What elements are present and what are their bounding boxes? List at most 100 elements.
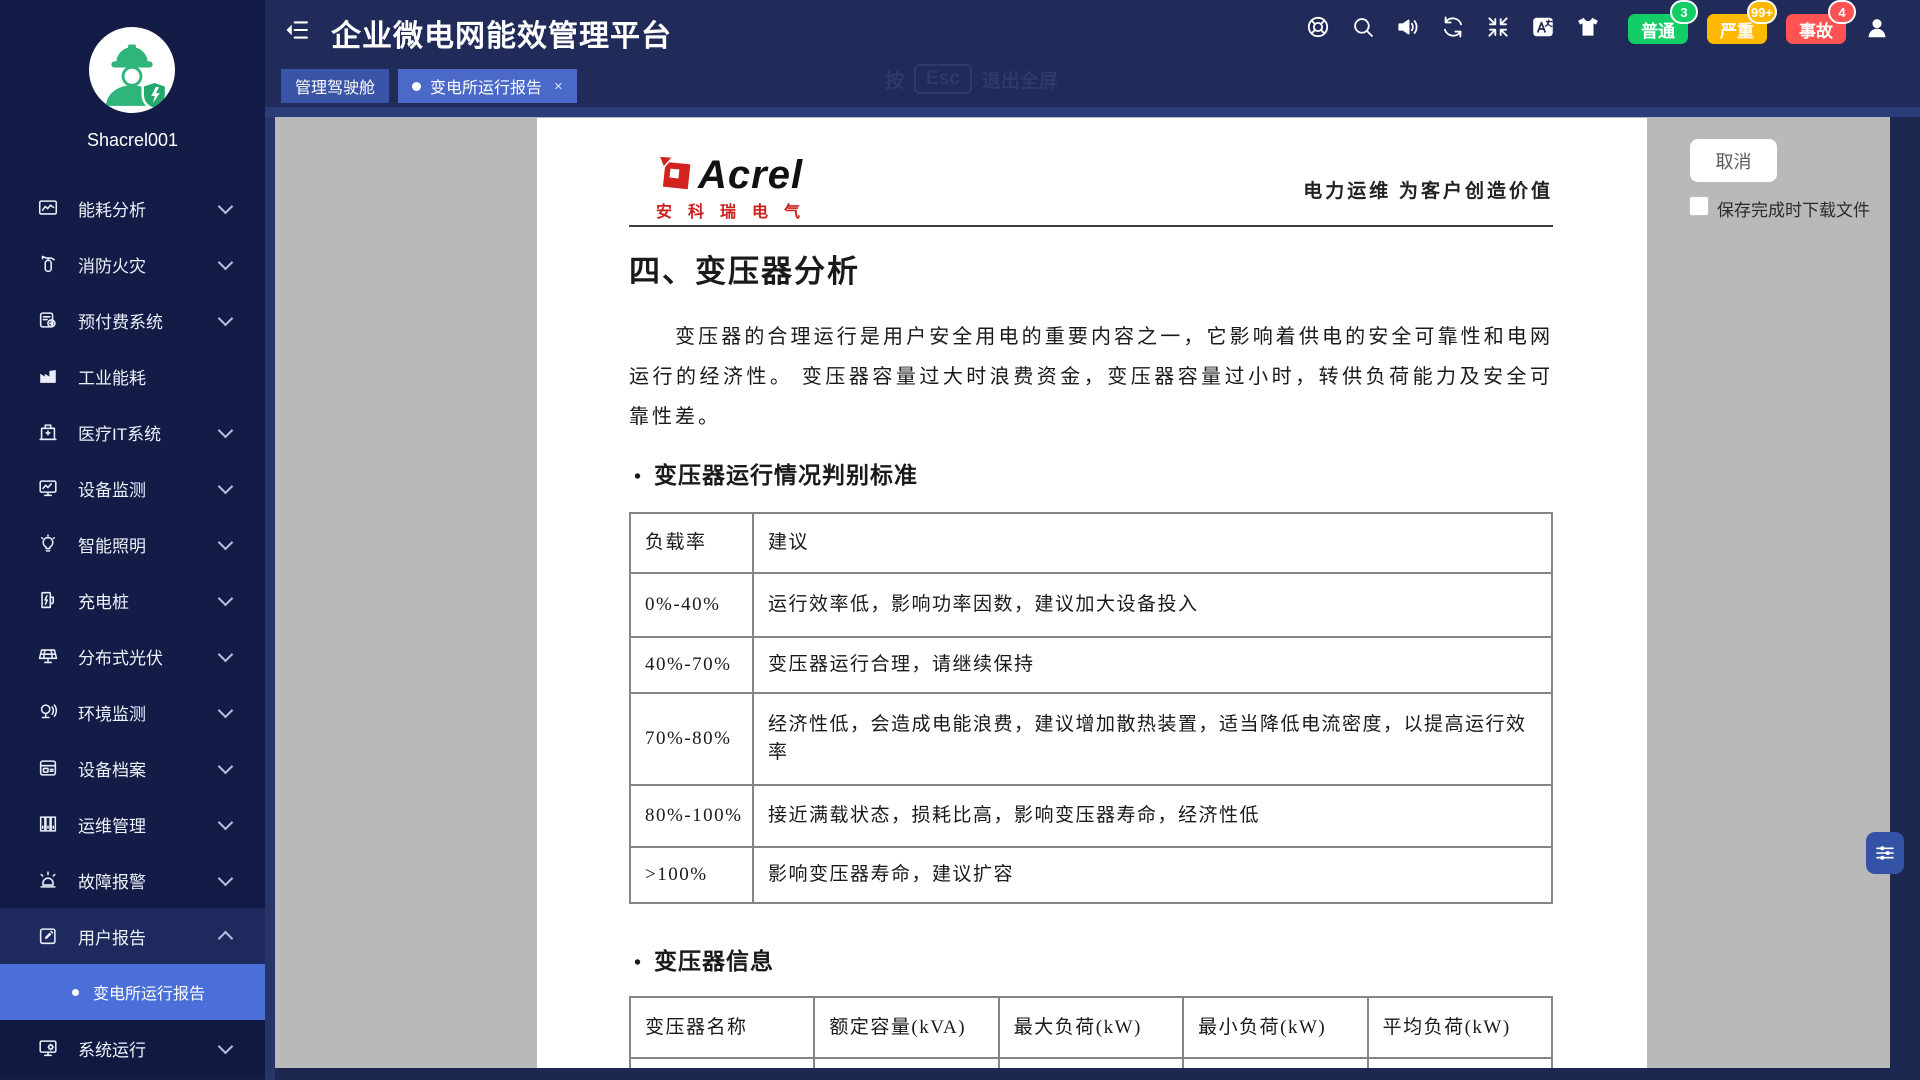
chevron-down-icon bbox=[218, 534, 234, 550]
chevron-down-icon bbox=[218, 198, 234, 214]
table-cell: 接近满载状态，损耗比高，影响变压器寿命，经济性低 bbox=[753, 785, 1552, 847]
sidebar: Shacrel001 能耗分析消防火灾预付费系统工业能耗医疗IT系统设备监测智能… bbox=[0, 0, 265, 1080]
table-header-cell: 平均负荷(kW) bbox=[1368, 997, 1552, 1058]
sidebar-item-系统运行[interactable]: 系统运行 bbox=[0, 1020, 265, 1076]
sidebar-item-label: 设备档案 bbox=[78, 756, 220, 781]
sidebar-item-设备监测[interactable]: 设备监测 bbox=[0, 460, 265, 516]
sidebar-item-label: 能耗分析 bbox=[78, 196, 220, 221]
chevron-up-icon bbox=[218, 930, 234, 946]
sidebar-item-环境监测[interactable]: 环境监测 bbox=[0, 684, 265, 740]
sidebar-item-用户报告[interactable]: 用户报告 bbox=[0, 908, 265, 964]
chevron-down-icon bbox=[218, 254, 234, 270]
esc-hint-suffix: 退出全屏 bbox=[982, 66, 1058, 93]
table-cell bbox=[630, 1058, 814, 1068]
sidebar-item-充电桩[interactable]: 充电桩 bbox=[0, 572, 265, 628]
sidebar-menu: 能耗分析消防火灾预付费系统工业能耗医疗IT系统设备监测智能照明充电桩分布式光伏环… bbox=[0, 180, 265, 1076]
energy-chart-icon bbox=[36, 196, 60, 220]
header: 企业微电网能效管理平台 按 Esc 退出全屏 普通3严重99+事故4 管理驾驶舱… bbox=[265, 0, 1920, 107]
sidebar-item-预付费系统[interactable]: 预付费系统 bbox=[0, 292, 265, 348]
close-tab-icon[interactable]: × bbox=[554, 78, 563, 95]
sidebar-item-智能照明[interactable]: 智能照明 bbox=[0, 516, 265, 572]
refresh-icon[interactable] bbox=[1440, 14, 1466, 40]
alarm-badge-accident[interactable]: 事故4 bbox=[1786, 0, 1846, 46]
collapse-menu-icon[interactable] bbox=[283, 16, 313, 46]
report-heading: 四、变压器分析 bbox=[629, 246, 860, 291]
alarm-badge-severe[interactable]: 严重99+ bbox=[1707, 0, 1767, 46]
user-icon[interactable] bbox=[1864, 15, 1890, 41]
load-rate-table: 负载率建议0%-40%运行效率低，影响功率因数，建议加大设备投入40%-70%变… bbox=[629, 512, 1553, 904]
section1-title: 变压器运行情况判别标准 bbox=[634, 456, 918, 490]
report-page: Acrel 安 科 瑞 电 气 电力运维 为客户创造价值 四、变压器分析 变压器… bbox=[537, 118, 1647, 1068]
sidebar-item-分布式光伏[interactable]: 分布式光伏 bbox=[0, 628, 265, 684]
sidebar-item-label: 预付费系统 bbox=[78, 308, 220, 333]
sidebar-item-工业能耗[interactable]: 工业能耗 bbox=[0, 348, 265, 404]
acrel-logo-mark bbox=[655, 154, 695, 194]
table-row bbox=[630, 1058, 1552, 1068]
sidebar-item-设备档案[interactable]: 设备档案 bbox=[0, 740, 265, 796]
lighting-icon bbox=[36, 532, 60, 556]
sidebar-item-label: 医疗IT系统 bbox=[78, 420, 220, 445]
horizontal-scroll-track[interactable] bbox=[275, 1068, 1920, 1080]
exit-fullscreen-icon[interactable] bbox=[1485, 14, 1511, 40]
table-cell bbox=[1368, 1058, 1552, 1068]
sidebar-item-label: 系统运行 bbox=[78, 1036, 220, 1061]
sidebar-item-label: 充电桩 bbox=[78, 588, 220, 613]
table-row: 0%-40%运行效率低，影响功率因数，建议加大设备投入 bbox=[630, 573, 1552, 637]
alarm-badge-normal[interactable]: 普通3 bbox=[1628, 0, 1688, 46]
cancel-button[interactable]: 取消 bbox=[1690, 139, 1777, 182]
table-cell: 80%-100% bbox=[630, 785, 753, 847]
table-cell bbox=[999, 1058, 1183, 1068]
chevron-down-icon bbox=[218, 310, 234, 326]
sidebar-item-label: 运维管理 bbox=[78, 812, 220, 837]
user-avatar[interactable] bbox=[89, 27, 175, 113]
search-icon[interactable] bbox=[1350, 14, 1376, 40]
chevron-down-icon bbox=[218, 758, 234, 774]
volume-icon[interactable] bbox=[1395, 14, 1421, 40]
table-row: 80%-100%接近满载状态，损耗比高，影响变压器寿命，经济性低 bbox=[630, 785, 1552, 847]
sidebar-item-运维管理[interactable]: 运维管理 bbox=[0, 796, 265, 852]
sidebar-scrollbar[interactable] bbox=[265, 0, 275, 1080]
table-header-cell: 最小负荷(kW) bbox=[1183, 997, 1367, 1058]
sidebar-subitem-label: 变电所运行报告 bbox=[93, 980, 205, 1004]
sidebar-item-label: 消防火灾 bbox=[78, 252, 220, 277]
chevron-down-icon bbox=[218, 590, 234, 606]
section2-title: 变压器信息 bbox=[634, 942, 774, 976]
table-cell: 变压器运行合理，请继续保持 bbox=[753, 637, 1552, 693]
table-header-cell: 建议 bbox=[753, 513, 1552, 573]
tab-变电所运行报告[interactable]: 变电所运行报告× bbox=[398, 69, 577, 103]
tab-label: 管理驾驶舱 bbox=[295, 74, 375, 98]
brand-subtitle: 安 科 瑞 电 气 bbox=[656, 198, 806, 222]
download-checkbox[interactable] bbox=[1689, 196, 1709, 216]
brand-name: Acrel bbox=[698, 154, 803, 196]
theme-icon[interactable] bbox=[1575, 14, 1601, 40]
sidebar-item-消防火灾[interactable]: 消防火灾 bbox=[0, 236, 265, 292]
sidebar-item-医疗IT系统[interactable]: 医疗IT系统 bbox=[0, 404, 265, 460]
help-icon[interactable] bbox=[1305, 14, 1331, 40]
sidebar-subitem-变电所运行报告[interactable]: 变电所运行报告 bbox=[0, 964, 265, 1020]
esc-hint-prefix: 按 bbox=[885, 66, 904, 93]
translate-icon[interactable] bbox=[1530, 14, 1556, 40]
table-header-cell: 额定容量(kVA) bbox=[814, 997, 998, 1058]
sidebar-item-能耗分析[interactable]: 能耗分析 bbox=[0, 180, 265, 236]
chevron-down-icon bbox=[218, 478, 234, 494]
tabbar-underline bbox=[265, 107, 1920, 117]
table-header-cell: 变压器名称 bbox=[630, 997, 814, 1058]
table-header-cell: 负载率 bbox=[630, 513, 753, 573]
ops-icon bbox=[36, 812, 60, 836]
sidebar-item-label: 设备监测 bbox=[78, 476, 220, 501]
tab-管理驾驶舱[interactable]: 管理驾驶舱 bbox=[281, 69, 389, 103]
app-title: 企业微电网能效管理平台 bbox=[331, 11, 672, 55]
table-cell: >100% bbox=[630, 847, 753, 903]
download-checkbox-label: 保存完成时下载文件 bbox=[1717, 196, 1870, 221]
alarm-badge-count: 4 bbox=[1828, 0, 1856, 24]
table-cell: 运行效率低，影响功率因数，建议加大设备投入 bbox=[753, 573, 1552, 637]
sidebar-item-故障报警[interactable]: 故障报警 bbox=[0, 852, 265, 908]
transformer-info-table: 变压器名称额定容量(kVA)最大负荷(kW)最小负荷(kW)平均负荷(kW) bbox=[629, 996, 1553, 1068]
sidebar-item-label: 工业能耗 bbox=[78, 364, 220, 389]
report-settings-button[interactable] bbox=[1866, 832, 1904, 874]
system-icon bbox=[36, 1036, 60, 1060]
solar-icon bbox=[36, 644, 60, 668]
table-row: 40%-70%变压器运行合理，请继续保持 bbox=[630, 637, 1552, 693]
report-paragraph: 变压器的合理运行是用户安全用电的重要内容之一，它影响着供电的安全可靠性和电网运行… bbox=[629, 317, 1553, 437]
vertical-scroll-track[interactable] bbox=[1890, 117, 1920, 1080]
